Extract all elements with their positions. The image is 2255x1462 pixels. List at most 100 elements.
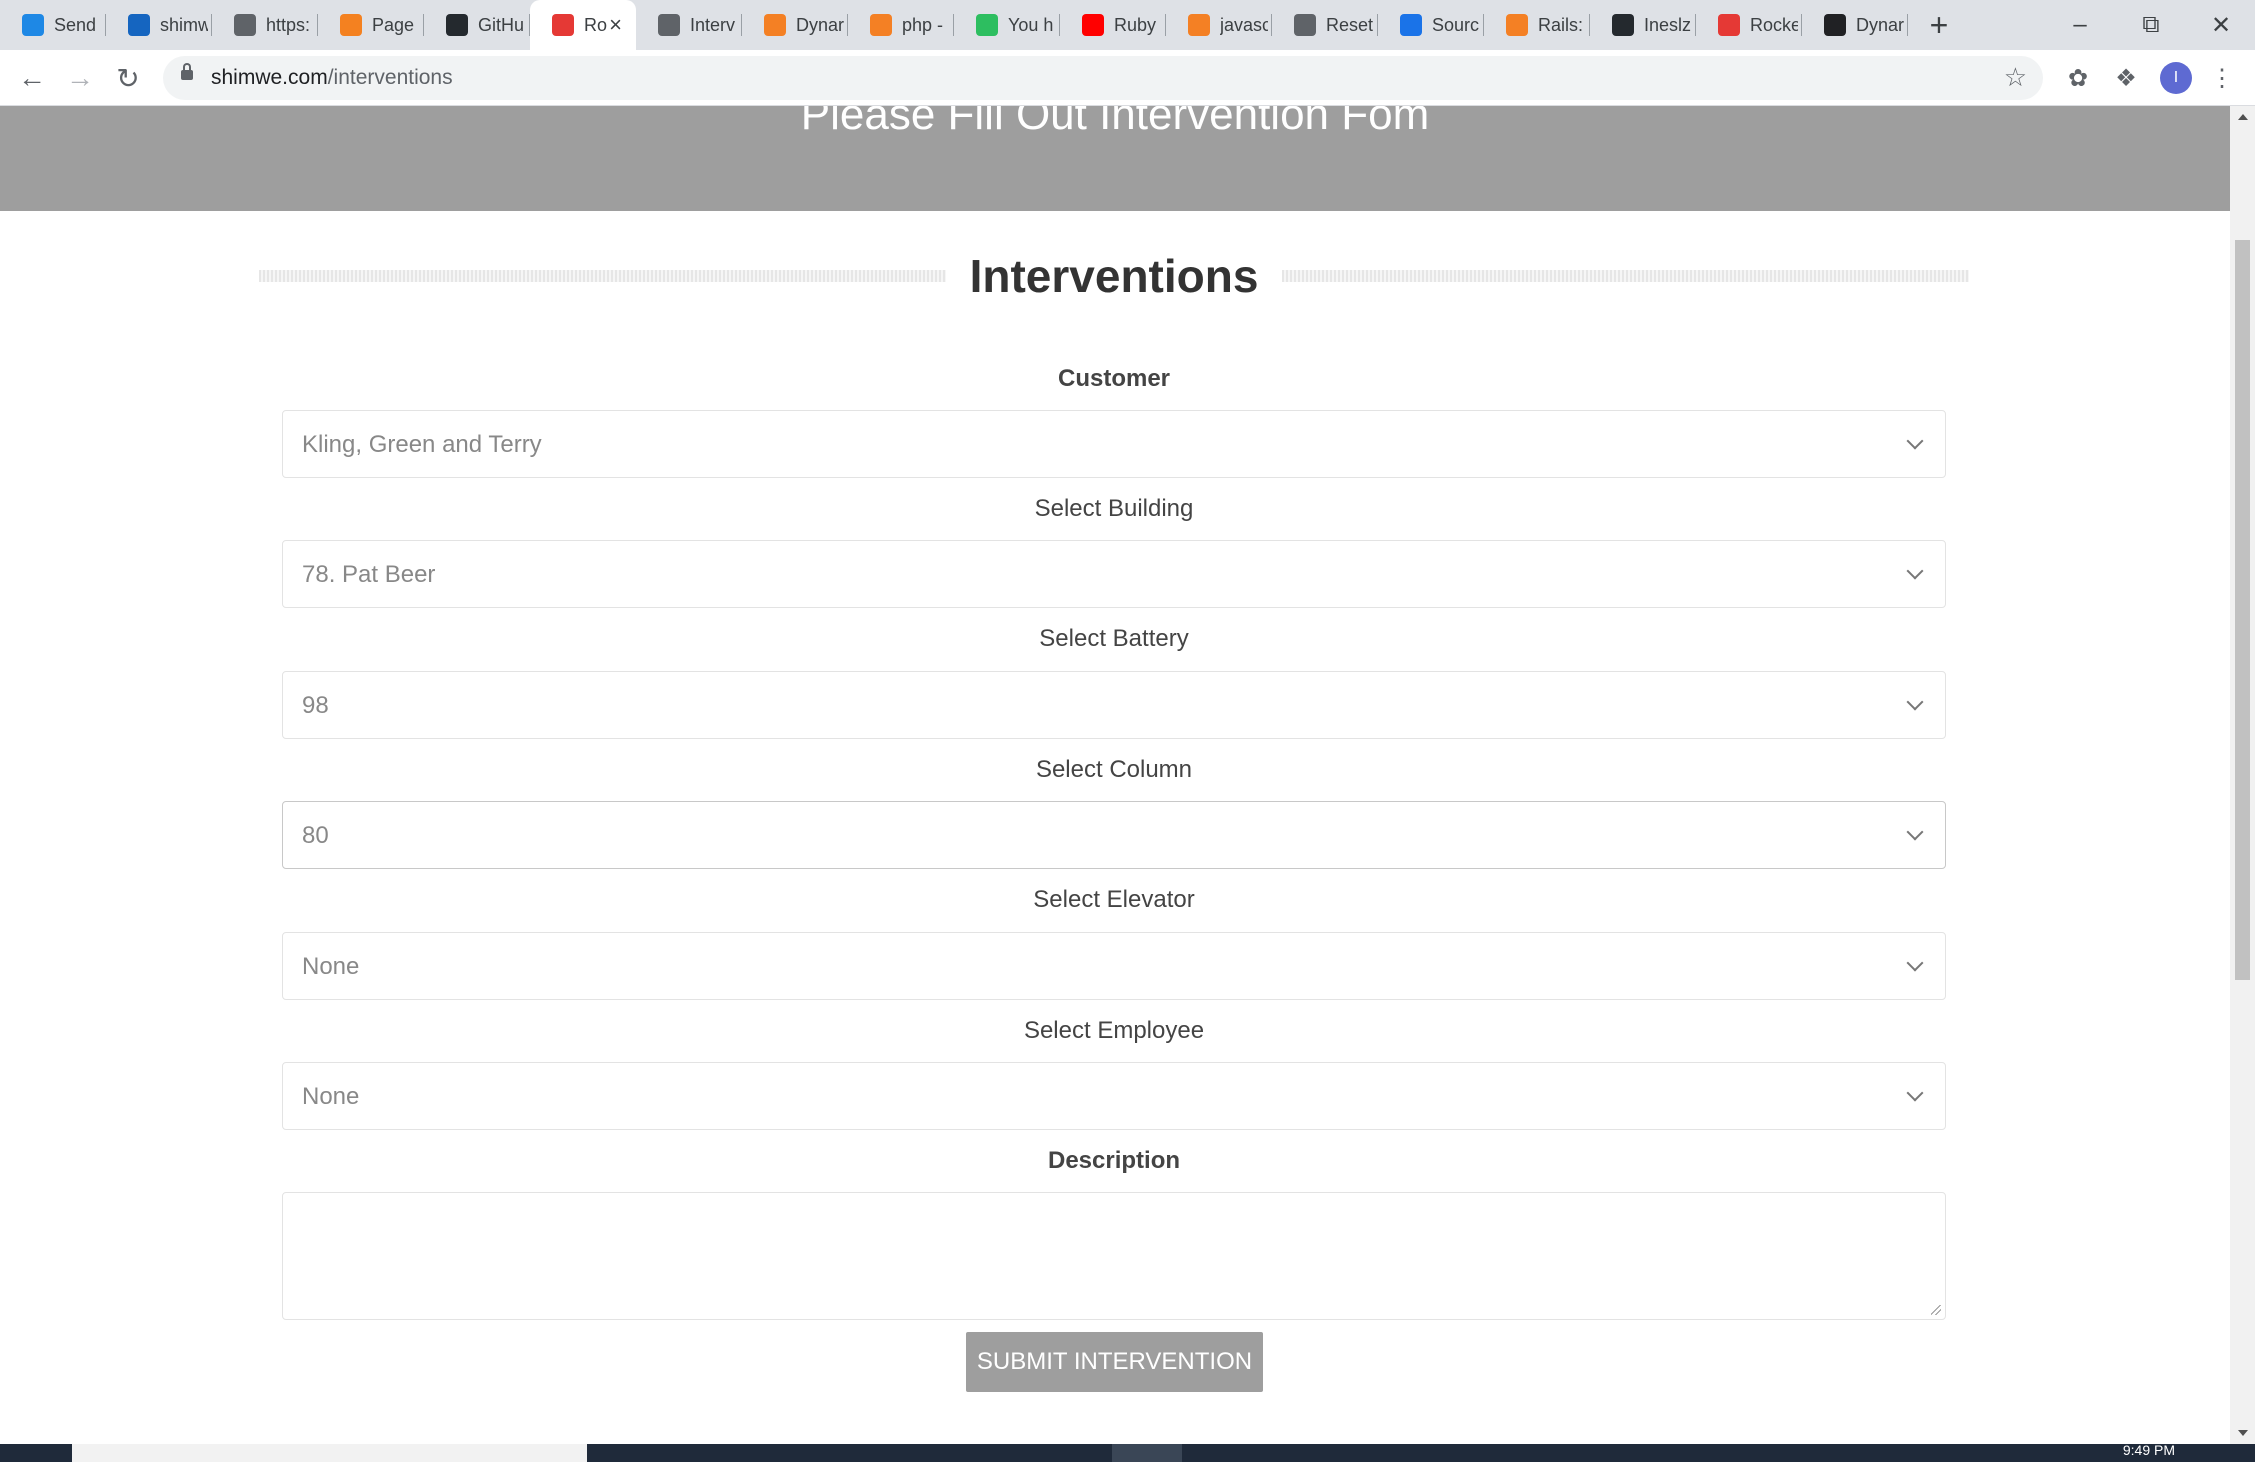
- description-label: Description: [1047, 1147, 1181, 1174]
- browser-tab[interactable]: https:: [212, 0, 318, 50]
- github-icon: [1612, 14, 1634, 36]
- customer-select-value: Kling, Green and Terry: [302, 431, 542, 458]
- battery-label: Select Battery: [1039, 625, 1189, 652]
- browser-tab[interactable]: Reset: [1272, 0, 1378, 50]
- chevron-down-icon: [1906, 693, 1924, 711]
- globe-icon: [658, 14, 680, 36]
- chevron-down-icon: [1906, 432, 1924, 450]
- customer-select[interactable]: Kling, Green and Terry: [282, 410, 1946, 478]
- profile-avatar[interactable]: I: [2160, 62, 2192, 94]
- scroll-down-arrow-icon[interactable]: [2238, 1430, 2248, 1436]
- hashbang-icon: [1824, 14, 1846, 36]
- browser-tab[interactable]: php -: [848, 0, 954, 50]
- bookmark-star-icon[interactable]: ☆: [2004, 62, 2027, 93]
- forward-icon[interactable]: →: [60, 58, 100, 98]
- tab-label: Interv: [690, 14, 736, 35]
- scroll-thumb[interactable]: [2235, 240, 2250, 980]
- page-viewport: Please Fill Out Intervention Fom Interve…: [0, 106, 2230, 1444]
- close-tab-icon[interactable]: ×: [609, 12, 622, 38]
- tab-label: https:: [266, 14, 311, 35]
- tab-label: Page: [372, 14, 415, 35]
- browser-tab[interactable]: Rocke: [1696, 0, 1802, 50]
- elevator-select-value: None: [302, 953, 360, 980]
- description-textarea[interactable]: [282, 1192, 1946, 1320]
- lock-icon[interactable]: [181, 63, 193, 80]
- browser-tab[interactable]: Ineslz: [1590, 0, 1696, 50]
- tab-label: You h: [1008, 14, 1054, 35]
- minimize-icon[interactable]: –: [2046, 0, 2114, 50]
- kebab-menu-icon[interactable]: ⋮: [2206, 62, 2238, 94]
- browser-tab[interactable]: Dynar: [1802, 0, 1908, 50]
- address-bar[interactable]: shimwe.com/interventions ☆: [163, 56, 2043, 100]
- stackoverflow-icon: [1188, 14, 1210, 36]
- column-select[interactable]: 80: [282, 801, 1946, 869]
- stackoverflow-icon: [764, 14, 786, 36]
- cloudflare-icon: [340, 14, 362, 36]
- submit-intervention-button[interactable]: SUBMIT INTERVENTION: [966, 1332, 1263, 1392]
- tab-label: Ro: [584, 14, 608, 35]
- chevron-down-icon: [1906, 823, 1924, 841]
- browser-tab[interactable]: Rails:: [1484, 0, 1590, 50]
- browser-tab[interactable]: Sourc: [1378, 0, 1484, 50]
- browser-tab[interactable]: Ruby: [1060, 0, 1166, 50]
- employee-label: Select Employee: [1023, 1017, 1205, 1044]
- browser-tab[interactable]: You h: [954, 0, 1060, 50]
- rocket-icon: [1718, 14, 1740, 36]
- tab-label: Dynar: [796, 14, 844, 35]
- reload-icon[interactable]: ↻: [108, 58, 148, 98]
- tab-label: Ineslz: [1644, 14, 1692, 35]
- evernote-icon: [976, 14, 998, 36]
- browser-tab[interactable]: Page: [318, 0, 424, 50]
- new-tab-icon[interactable]: +: [1914, 0, 1964, 50]
- url-text: shimwe.com/interventions: [211, 66, 453, 90]
- tab-label: javasc: [1220, 14, 1268, 35]
- taskbar-active-app[interactable]: [1112, 1444, 1182, 1462]
- column-label: Select Column: [1035, 756, 1193, 783]
- tab-label: shimw: [160, 14, 208, 35]
- back-icon[interactable]: ←: [12, 58, 52, 98]
- bug-extension-icon[interactable]: ✿: [2062, 62, 2094, 94]
- browser-toolbar: ← → ↻ shimwe.com/interventions ☆ ✿ ❖ I ⋮: [0, 50, 2255, 106]
- page-scrollbar[interactable]: [2230, 106, 2255, 1444]
- battery-select[interactable]: 98: [282, 671, 1946, 739]
- tab-label: Dynar: [1856, 14, 1904, 35]
- building-label: Select Building: [1034, 495, 1194, 522]
- globe-icon: [1294, 14, 1316, 36]
- resize-grip-icon[interactable]: [1931, 1305, 1941, 1315]
- scroll-up-arrow-icon[interactable]: [2238, 114, 2248, 120]
- restore-icon[interactable]: ⧉: [2117, 0, 2185, 50]
- page-title: Interventions: [969, 250, 1259, 302]
- stackoverflow-icon: [870, 14, 892, 36]
- tab-label: Sourc: [1432, 14, 1480, 35]
- employee-select-value: None: [302, 1083, 360, 1110]
- browser-tab[interactable]: Send: [0, 0, 106, 50]
- browser-tab[interactable]: shimw: [106, 0, 212, 50]
- browser-tab[interactable]: Interv: [636, 0, 742, 50]
- browser-tab[interactable]: javasc: [1166, 0, 1272, 50]
- browser-tab[interactable]: Dynar: [742, 0, 848, 50]
- elevator-select[interactable]: None: [282, 932, 1946, 1000]
- customer-label: Customer: [1057, 365, 1171, 392]
- browser-tab[interactable]: Ro ×: [530, 0, 636, 50]
- employee-select[interactable]: None: [282, 1062, 1946, 1130]
- tab-label: Send: [54, 14, 97, 35]
- extensions-puzzle-icon[interactable]: ❖: [2110, 62, 2142, 94]
- battery-select-value: 98: [302, 692, 329, 719]
- stackoverflow-icon: [1506, 14, 1528, 36]
- tab-label: GitHu: [478, 14, 525, 35]
- chevron-down-icon: [1906, 562, 1924, 580]
- youtube-icon: [1082, 14, 1104, 36]
- section-heading: Interventions: [259, 246, 1970, 306]
- browser-tab[interactable]: GitHu: [424, 0, 530, 50]
- close-window-icon[interactable]: ✕: [2187, 0, 2255, 50]
- browser-chrome: Send shimw https: Page GitHu Ro × Interv Dynar ph…: [0, 0, 2255, 106]
- taskbar-search-box[interactable]: [72, 1444, 587, 1462]
- building-select[interactable]: 78. Pat Beer: [282, 540, 1946, 608]
- heading-divider-left: [259, 270, 946, 282]
- map-pin-icon: [1400, 14, 1422, 36]
- elevator-label: Select Elevator: [1033, 886, 1195, 913]
- tab-label: Ruby: [1114, 14, 1157, 35]
- building-select-value: 78. Pat Beer: [302, 561, 436, 588]
- rocket-icon: [552, 14, 574, 36]
- windows-logo-icon: [22, 14, 44, 36]
